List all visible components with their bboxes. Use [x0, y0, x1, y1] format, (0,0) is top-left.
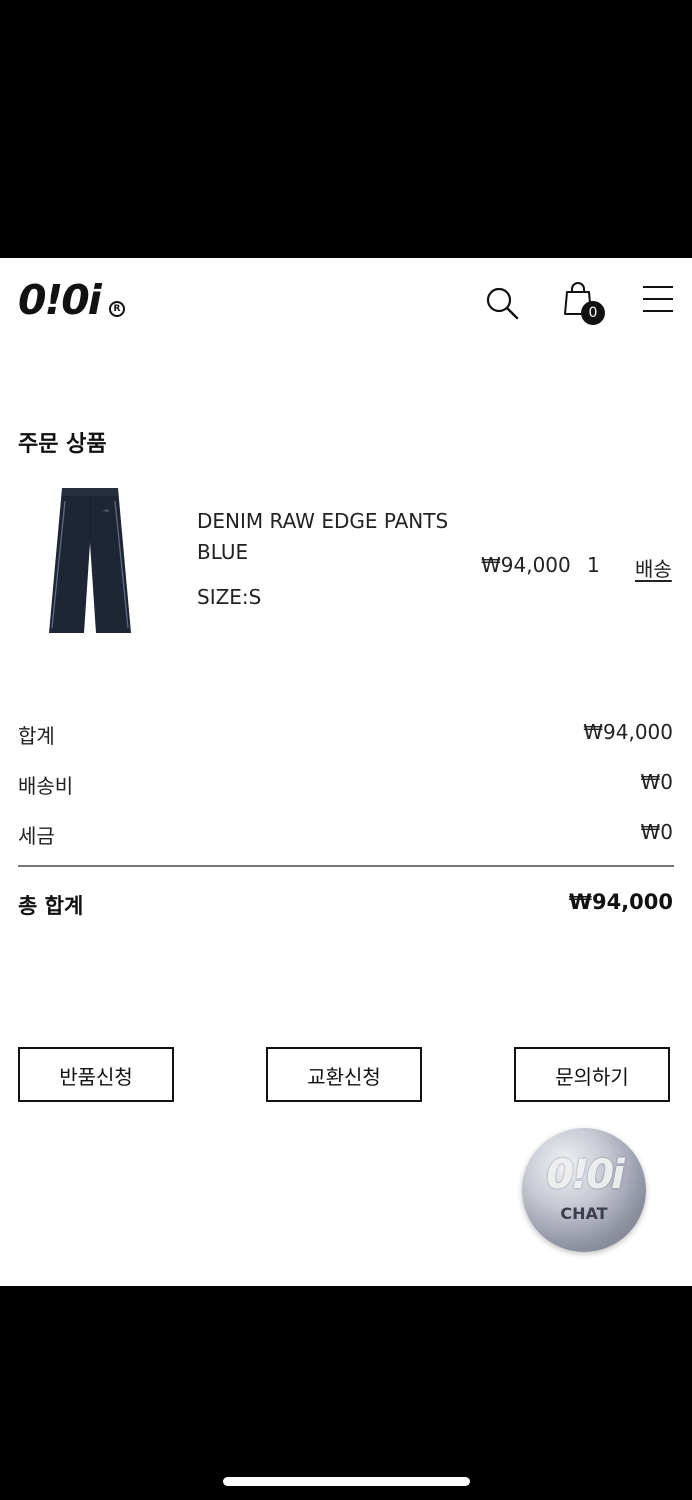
product-size: SIZE:S	[197, 585, 262, 609]
tax-label: 세금	[18, 824, 55, 848]
cart-count-badge: 0	[581, 301, 605, 325]
shipping-tracking-link[interactable]: 배송	[635, 553, 672, 582]
chat-logo-text: 0!0i	[546, 1152, 625, 1198]
chat-floating-button[interactable]: 0!0i CHAT	[522, 1128, 646, 1252]
inquiry-button[interactable]: 문의하기	[514, 1047, 670, 1102]
bottom-system-bar	[0, 1286, 692, 1500]
exchange-request-button[interactable]: 교환신청	[266, 1047, 422, 1102]
search-icon[interactable]	[484, 283, 520, 323]
product-name[interactable]: DENIM RAW EDGE PANTS BLUE	[197, 506, 467, 568]
status-bar-area	[0, 0, 692, 258]
chat-label: CHAT	[560, 1204, 608, 1223]
return-request-button[interactable]: 반품신청	[18, 1047, 174, 1102]
order-items-title: 주문 상품	[18, 432, 107, 457]
shipping-fee-label: 배송비	[18, 774, 74, 798]
tax-value: ₩0	[640, 820, 674, 844]
order-detail-page: 0!0i R 0 주문 상품 DENIM RAW EDGE PANTS BLUE…	[0, 258, 692, 1286]
home-indicator[interactable]	[223, 1477, 470, 1486]
registered-mark: R	[109, 301, 125, 317]
subtotal-label: 합계	[18, 724, 55, 748]
total-label: 총 합계	[18, 894, 84, 918]
hamburger-menu-icon[interactable]	[640, 282, 676, 322]
summary-divider	[18, 865, 674, 867]
total-value: ₩94,000	[568, 890, 673, 914]
product-thumbnail[interactable]	[40, 483, 140, 638]
product-quantity: 1	[587, 553, 600, 577]
subtotal-value: ₩94,000	[583, 720, 673, 744]
brand-logo[interactable]: 0!0i R	[18, 276, 128, 324]
shipping-fee-value: ₩0	[640, 770, 674, 794]
logo-text: 0!0i	[18, 276, 102, 324]
product-price: ₩94,000	[481, 553, 571, 577]
